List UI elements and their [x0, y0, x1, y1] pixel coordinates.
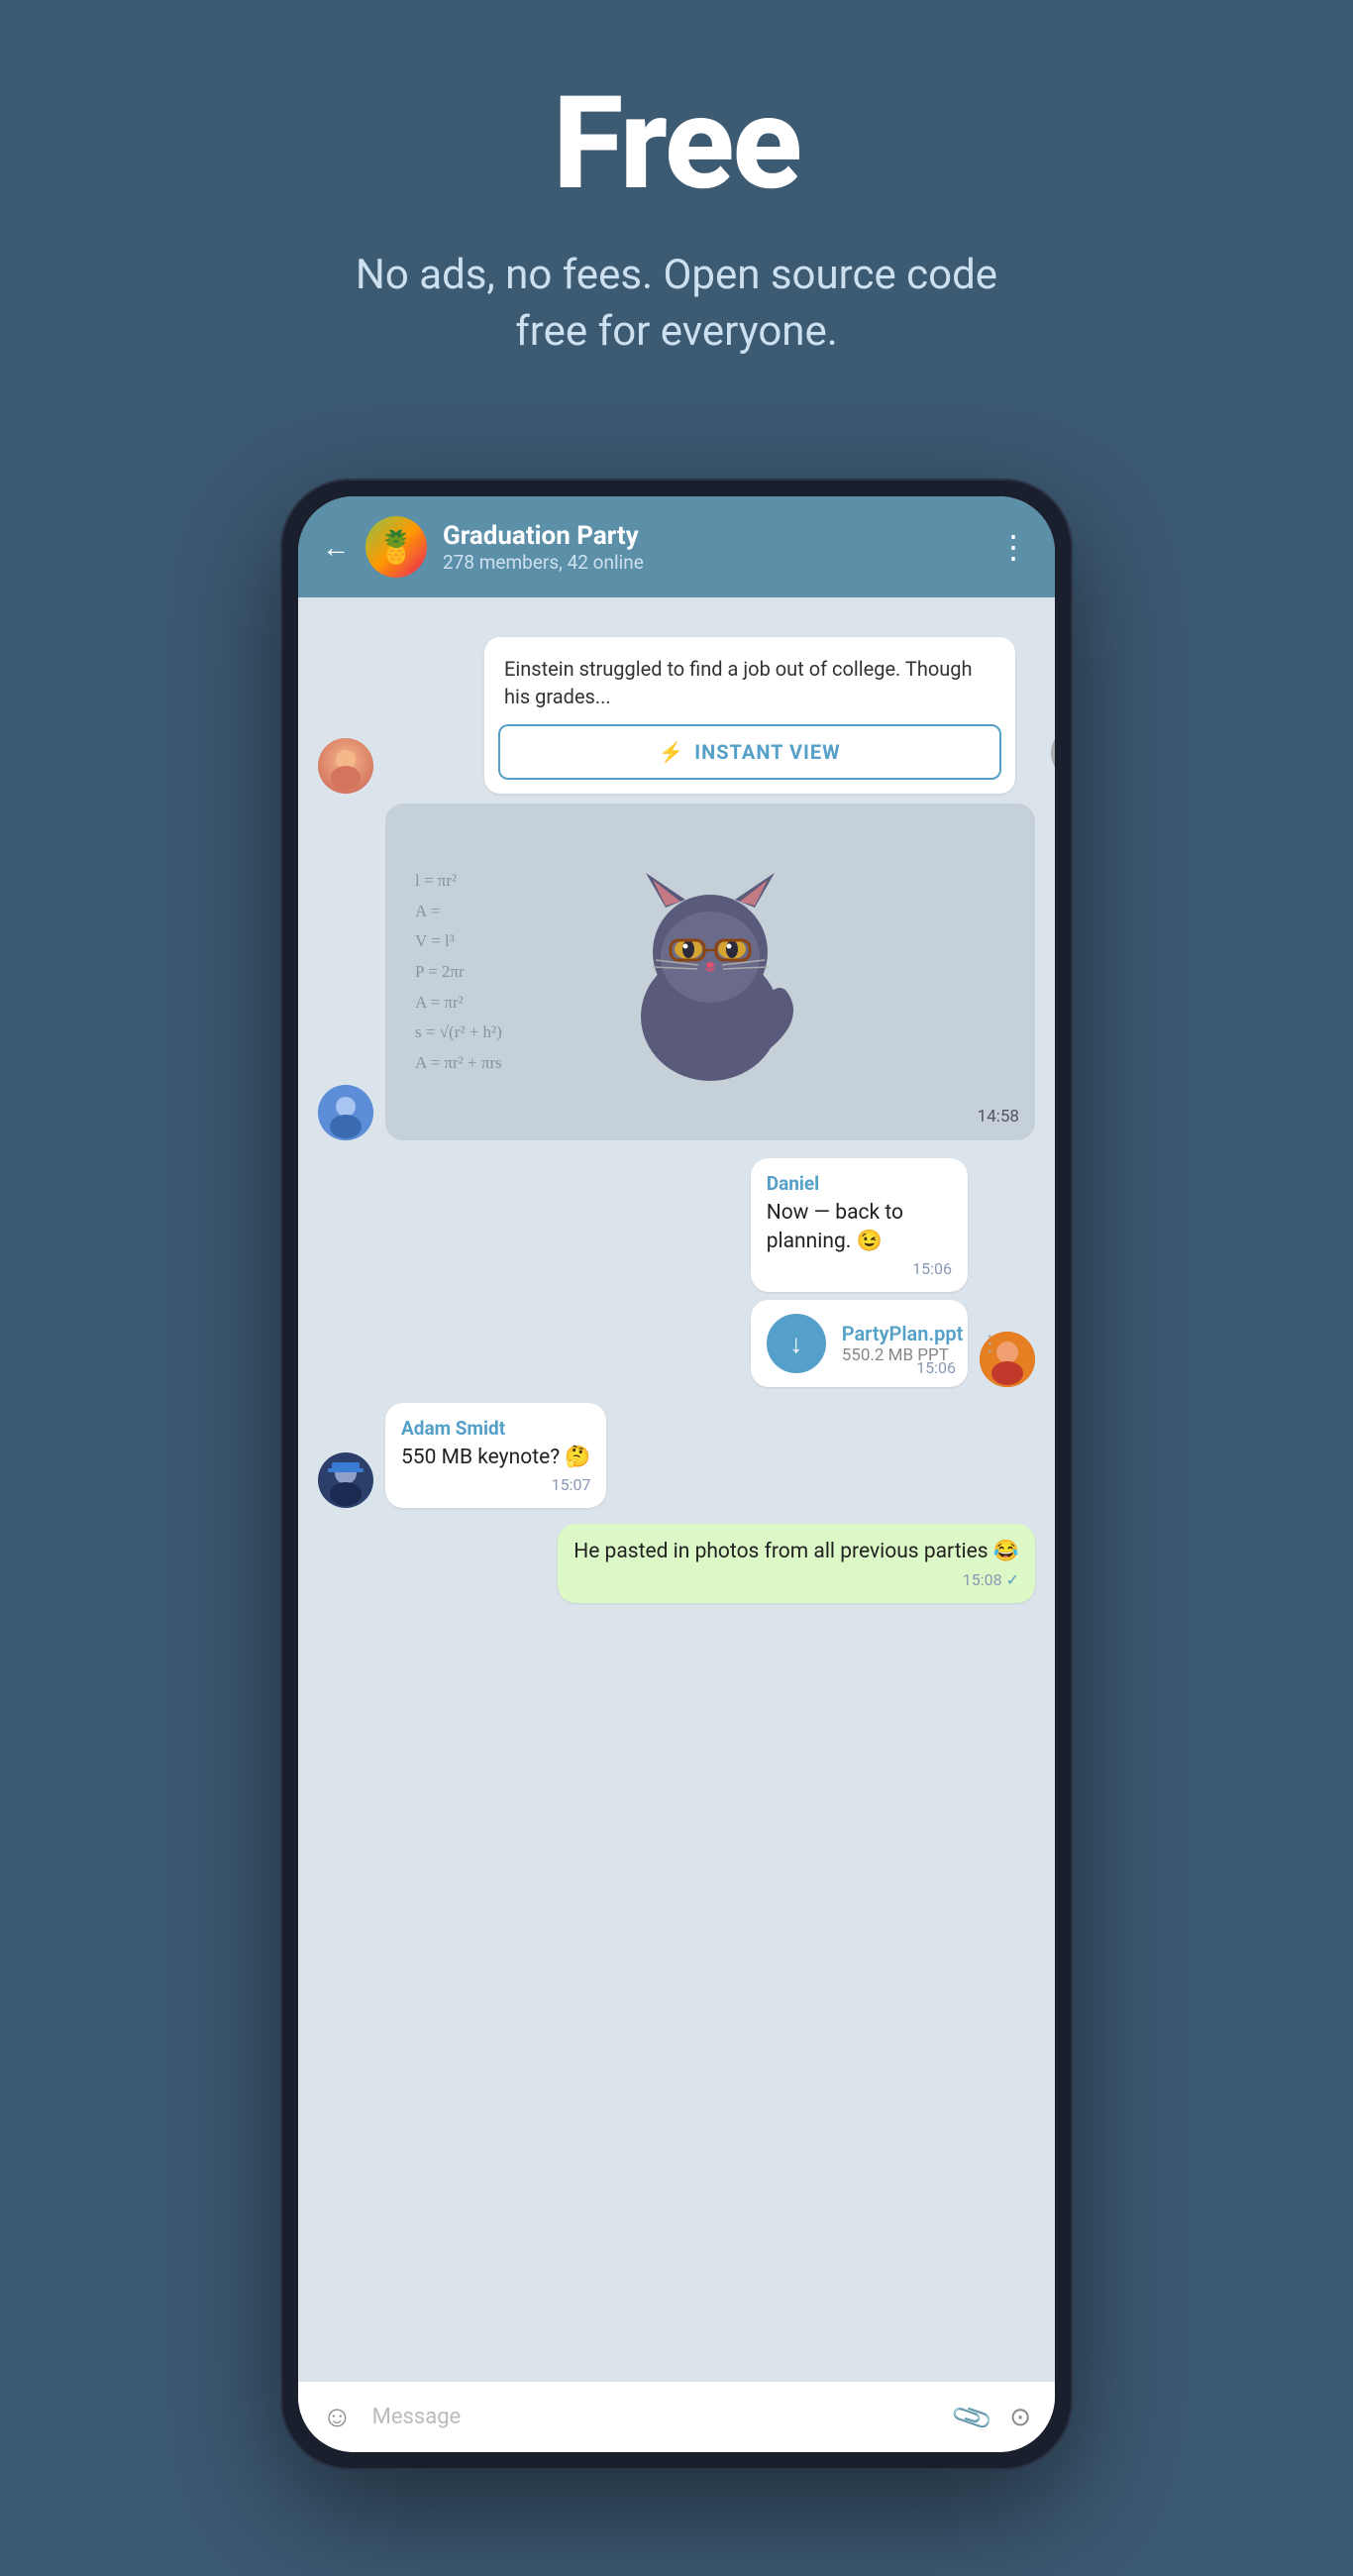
group-name: Graduation Party: [443, 521, 982, 551]
own-msg-row: He pasted in photos from all previous pa…: [298, 1516, 1055, 1610]
emoji-button[interactable]: ☺: [322, 2400, 353, 2434]
read-tick: ✓: [1006, 1570, 1019, 1589]
header-info: Graduation Party 278 members, 42 online: [443, 521, 982, 574]
own-bubble: He pasted in photos from all previous pa…: [558, 1524, 1035, 1602]
spacer: [298, 1611, 1055, 1631]
file-name: PartyPlan.ppt: [842, 1322, 964, 1345]
camera-button[interactable]: ⊙: [1009, 2403, 1031, 2432]
chat-header: ← 🍍 Graduation Party 278 members, 42 onl…: [298, 496, 1055, 597]
hero-title: Free: [553, 79, 800, 208]
adam-row: Adam Smidt 550 MB keynote? 🤔 15:07: [298, 1395, 1055, 1516]
article-preview-text: Einstein struggled to find a job out of …: [484, 637, 1015, 724]
article-sender-avatar: [318, 738, 373, 794]
instant-view-button[interactable]: ⚡ INSTANT VIEW: [498, 724, 1001, 780]
avatar-emoji: 🍍: [376, 528, 416, 566]
header-menu-button[interactable]: ⋮: [997, 528, 1031, 566]
msg-text: Now — back to planning. 😉: [767, 1199, 952, 1255]
phone-outer: ← 🍍 Graduation Party 278 members, 42 onl…: [280, 479, 1073, 2470]
input-bar: ☺ Message 📎 ⊙: [298, 2381, 1055, 2452]
hero-subtitle: No ads, no fees. Open source code free f…: [330, 248, 1023, 360]
message-row: Daniel Now — back to planning. 😉 15:06 ↓…: [298, 1150, 1055, 1395]
group-members: 278 members, 42 online: [443, 551, 982, 574]
article-row: Einstein struggled to find a job out of …: [298, 597, 1055, 794]
back-button[interactable]: ←: [322, 531, 350, 564]
adam-name: Adam Smidt: [401, 1417, 590, 1440]
sticker-sender-avatar: [318, 1085, 373, 1140]
instant-view-label: INSTANT VIEW: [694, 740, 840, 764]
phone-wrapper: ← 🍍 Graduation Party 278 members, 42 onl…: [280, 479, 1073, 2470]
adam-avatar: [318, 1452, 373, 1508]
adam-time: 15:07: [401, 1475, 590, 1494]
chat-body: Einstein struggled to find a job out of …: [298, 597, 1055, 2381]
daniel-messages: Daniel Now — back to planning. 😉 15:06 ↓…: [678, 1158, 968, 1387]
download-icon[interactable]: ↓: [767, 1314, 826, 1373]
article-bubble: Einstein struggled to find a job out of …: [484, 637, 1015, 794]
adam-text: 550 MB keynote? 🤔: [401, 1444, 590, 1471]
sticker-time: 14:58: [978, 1107, 1019, 1127]
article-bubble-area: Einstein struggled to find a job out of …: [385, 617, 1035, 794]
sticker-row: l = πr² A = V = l³ P = 2πr A = πr² s = √…: [298, 794, 1055, 1150]
message-input[interactable]: Message: [372, 2405, 936, 2429]
msg-sender: Daniel: [767, 1172, 952, 1195]
own-time: 15:08 ✓: [573, 1570, 1019, 1589]
file-bubble: ↓ PartyPlan.ppt 550.2 MB PPT ⋮ 15:06: [751, 1300, 968, 1387]
sticker-container: l = πr² A = V = l³ P = 2πr A = πr² s = √…: [385, 804, 1035, 1140]
adam-bubble: Adam Smidt 550 MB keynote? 🤔 15:07: [385, 1403, 606, 1508]
cat-sticker: [611, 858, 809, 1086]
file-time: 15:06: [916, 1358, 956, 1377]
lightning-icon: ⚡: [659, 740, 684, 764]
msg-bubble-daniel-text: Daniel Now — back to planning. 😉 15:06: [751, 1158, 968, 1292]
msg-time: 15:06: [767, 1259, 952, 1278]
file-menu-button[interactable]: ⋮: [979, 1332, 1000, 1356]
group-avatar: 🍍: [365, 516, 427, 578]
own-text: He pasted in photos from all previous pa…: [573, 1538, 1019, 1565]
attach-button[interactable]: 📎: [949, 2395, 995, 2440]
phone-inner: ← 🍍 Graduation Party 278 members, 42 onl…: [298, 496, 1055, 2452]
hero-section: Free No ads, no fees. Open source code f…: [0, 0, 1353, 419]
forward-button[interactable]: ↪: [1051, 726, 1055, 780]
